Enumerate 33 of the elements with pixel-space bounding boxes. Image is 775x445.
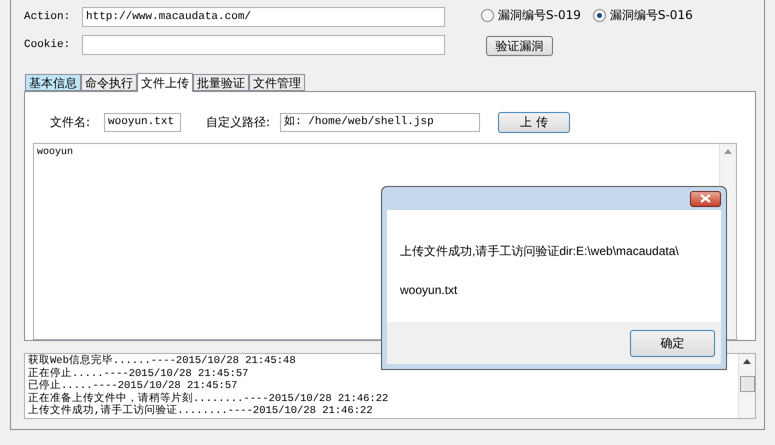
log-line: 获取Web信息完毕......----2015/10/28 21:45:48 — [28, 355, 297, 367]
input-field[interactable]: http://www.macaudata.com/ — [82, 7, 445, 27]
filename-label: 文件名: — [50, 114, 90, 131]
radio-icon[interactable] — [481, 9, 494, 22]
path-label: 自定义路径: — [206, 114, 270, 131]
tab[interactable]: 基本信息 — [25, 74, 81, 91]
dialog-message: 上传文件成功,请手工访问验证dir:E:\web\macaudata\ — [400, 243, 680, 260]
input-field[interactable] — [82, 35, 445, 55]
radio-icon[interactable] — [592, 9, 606, 22]
field-label: Action: — [24, 11, 72, 23]
ok-button[interactable]: 确定 — [630, 330, 715, 356]
scroll-up-icon[interactable] — [743, 359, 751, 364]
field-label: Cookie: — [24, 39, 72, 51]
log-line: 正在停止.....----2015/10/28 21:45:57 — [28, 368, 250, 380]
tab[interactable]: 命令执行 — [81, 74, 137, 91]
log-line: 正在准备上传文件中，请稍等片刻........----2015/10/28 21:46:22 — [28, 392, 390, 405]
upload-button[interactable]: 上 传 — [498, 112, 570, 133]
close-icon — [700, 194, 711, 203]
radio-option[interactable]: 漏洞编号S-019 — [481, 7, 581, 24]
filename-field[interactable]: wooyun.txt — [104, 113, 182, 132]
scrollbar[interactable] — [738, 354, 755, 418]
tab[interactable]: 批量验证 — [193, 74, 249, 91]
verify-button[interactable]: 验证漏洞 — [486, 36, 553, 56]
scroll-thumb[interactable] — [740, 376, 754, 392]
radio-option[interactable]: 漏洞编号S-016 — [592, 7, 693, 24]
content-text: wooyun — [37, 147, 74, 158]
log-line: 上传文件成功,请手工访问验证........----2015/10/28 21:46:22 — [28, 405, 374, 418]
tab[interactable]: 文件上传 — [137, 73, 193, 92]
close-button[interactable] — [690, 190, 721, 206]
tab[interactable]: 文件管理 — [249, 74, 305, 91]
log-line: 已停止.....----2015/10/28 21:45:57 — [28, 380, 238, 392]
path-field[interactable]: 如: /home/web/shell.jsp — [280, 113, 480, 132]
dialog-message: wooyun.txt — [400, 283, 458, 297]
